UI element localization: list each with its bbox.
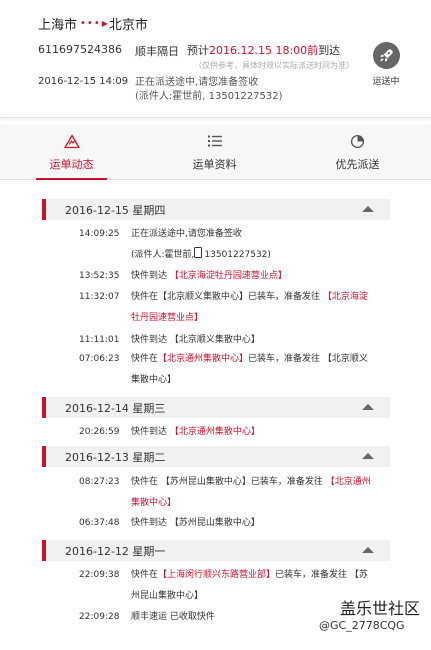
last-update-text: 正在派送途中,请您准备签收 — [135, 77, 259, 88]
collapse-caret-icon[interactable] — [362, 206, 374, 212]
event-message: 正在派送途中,请您准备签收 (派件人:霍世前, 13501227532) — [131, 225, 377, 264]
day-header[interactable]: 2016-12-14 星期三 — [42, 397, 390, 418]
event-message: 快件到达 【北京顺义集散中心】 — [131, 335, 260, 345]
event-time: 22:09:38 — [79, 570, 120, 580]
watermark-title: 盖乐世社区 — [340, 599, 421, 618]
pie-icon — [286, 134, 429, 150]
tab-priority-label: 优先派送 — [335, 158, 380, 171]
event-time: 13:52:35 — [79, 271, 120, 281]
event-location-link[interactable]: 牡丹园速营业点】 — [131, 309, 377, 327]
courier-phone[interactable]: 13501227532) — [204, 250, 271, 260]
status-label: 运送中 — [372, 77, 400, 87]
day-header[interactable]: 2016-12-13 星期二 — [42, 446, 390, 467]
route-dots-icon: ••• — [80, 18, 101, 29]
collapse-caret-icon[interactable] — [362, 404, 374, 410]
event-message: 快件在【北京顺义集散中心】已装车，准备发往 【北京海淀 牡丹园速营业点】 — [131, 288, 377, 327]
event-time: 14:09:25 — [79, 229, 120, 239]
collapse-caret-icon[interactable] — [362, 547, 374, 553]
event-location-link[interactable]: 【北京海淀 — [323, 292, 368, 302]
destination-city: 北京市 — [108, 18, 148, 33]
eta-note: （仅供参考，具体时效以实际派送时间为准） — [194, 61, 354, 70]
rocket-icon — [372, 42, 400, 69]
day-date: 2016-12-14 星期三 — [65, 402, 166, 415]
tab-priority[interactable]: 优先派送 — [286, 124, 429, 180]
event-location-link[interactable]: 【北京通州集散中心】 — [170, 427, 260, 437]
status-badge: 运送中 — [368, 42, 404, 87]
route-arrow-icon: ▶ — [101, 19, 108, 28]
day-date: 2016-12-13 星期二 — [65, 451, 166, 464]
event-message: 快件到达 【苏州昆山集散中心】 — [131, 518, 260, 528]
shipment-header: 上海市 ••• ▶ 北京市 611697524386 顺丰隔日 预计2016.1… — [0, 0, 431, 118]
event-time: 11:32:07 — [79, 292, 120, 302]
tab-info[interactable]: 运单资料 — [143, 124, 286, 180]
last-update-courier: (派件人:霍世前, 13501227532) — [135, 91, 283, 102]
event-location-link[interactable]: 【上海闵行顺兴东路营业部】 — [158, 570, 275, 580]
day-header[interactable]: 2016-12-12 星期一 — [42, 540, 390, 561]
eta-time: 2016.12.15 18:00前 — [209, 44, 319, 57]
event-message: 快件到达 【北京海淀牡丹园速营业点】 — [131, 271, 287, 281]
event-location-link[interactable]: 【北京通州集散中心】 — [158, 354, 248, 364]
event-time: 11:11:01 — [79, 335, 120, 345]
phone-icon — [194, 247, 203, 258]
last-update-message: 正在派送途中,请您准备签收 (派件人:霍世前, 13501227532) — [135, 76, 283, 104]
courier-name: (派件人:霍世前, — [131, 250, 195, 260]
eta-suffix: 到达 — [318, 44, 341, 57]
watermark-handle: @GC_2778CQG — [319, 619, 405, 632]
waybill-number: 611697524386 — [38, 43, 122, 56]
event-message: 快件到达 【北京通州集散中心】 — [131, 427, 260, 437]
event-time: 06:37:48 — [79, 518, 120, 528]
day-date: 2016-12-12 星期一 — [65, 545, 166, 558]
eta-prefix: 预计 — [187, 44, 209, 57]
origin-city: 上海市 — [38, 18, 78, 33]
last-update-time: 2016-12-15 14:09 — [38, 76, 129, 87]
event-message: 快件在【北京通州集散中心】已装车，准备发往 【北京顺义 集散中心】 — [131, 354, 368, 385]
event-line: 正在派送途中,请您准备签收 — [131, 229, 242, 239]
tab-tracking[interactable]: 运单动态 — [0, 124, 143, 180]
event-location-link[interactable]: 集散中心】 — [131, 494, 377, 512]
list-icon — [143, 134, 286, 150]
eta: 预计2016.12.15 18:00前到达 — [187, 42, 340, 58]
event-message: 快件在 【苏州昆山集散中心】已装车，准备发往 【北京通州 集散中心】 — [131, 473, 377, 512]
tab-info-label: 运单资料 — [192, 158, 237, 171]
event-location-link[interactable]: 【北京海淀牡丹园速营业点】 — [170, 271, 287, 281]
tab-bar: 运单动态 运单资料 优先派送 — [0, 124, 431, 180]
day-header[interactable]: 2016-12-15 星期四 — [42, 199, 390, 220]
event-time: 20:26:59 — [79, 427, 120, 437]
event-time: 07:06:23 — [79, 354, 120, 364]
route: 上海市 ••• ▶ 北京市 — [38, 14, 148, 33]
warning-triangle-icon — [0, 134, 143, 150]
day-date: 2016-12-15 星期四 — [65, 204, 166, 217]
event-time: 22:09:28 — [79, 612, 120, 622]
event-time: 08:27:23 — [79, 477, 120, 487]
tab-tracking-label: 运单动态 — [49, 158, 94, 171]
event-location-link[interactable]: 【北京通州 — [326, 477, 371, 487]
tracking-timeline: 2016-12-15 星期四 14:09:25 正在派送途中,请您准备签收 (派… — [0, 181, 431, 650]
event-courier: (派件人:霍世前, 13501227532) — [131, 246, 377, 264]
collapse-caret-icon[interactable] — [362, 453, 374, 459]
service-type: 顺丰隔日 — [135, 45, 179, 58]
